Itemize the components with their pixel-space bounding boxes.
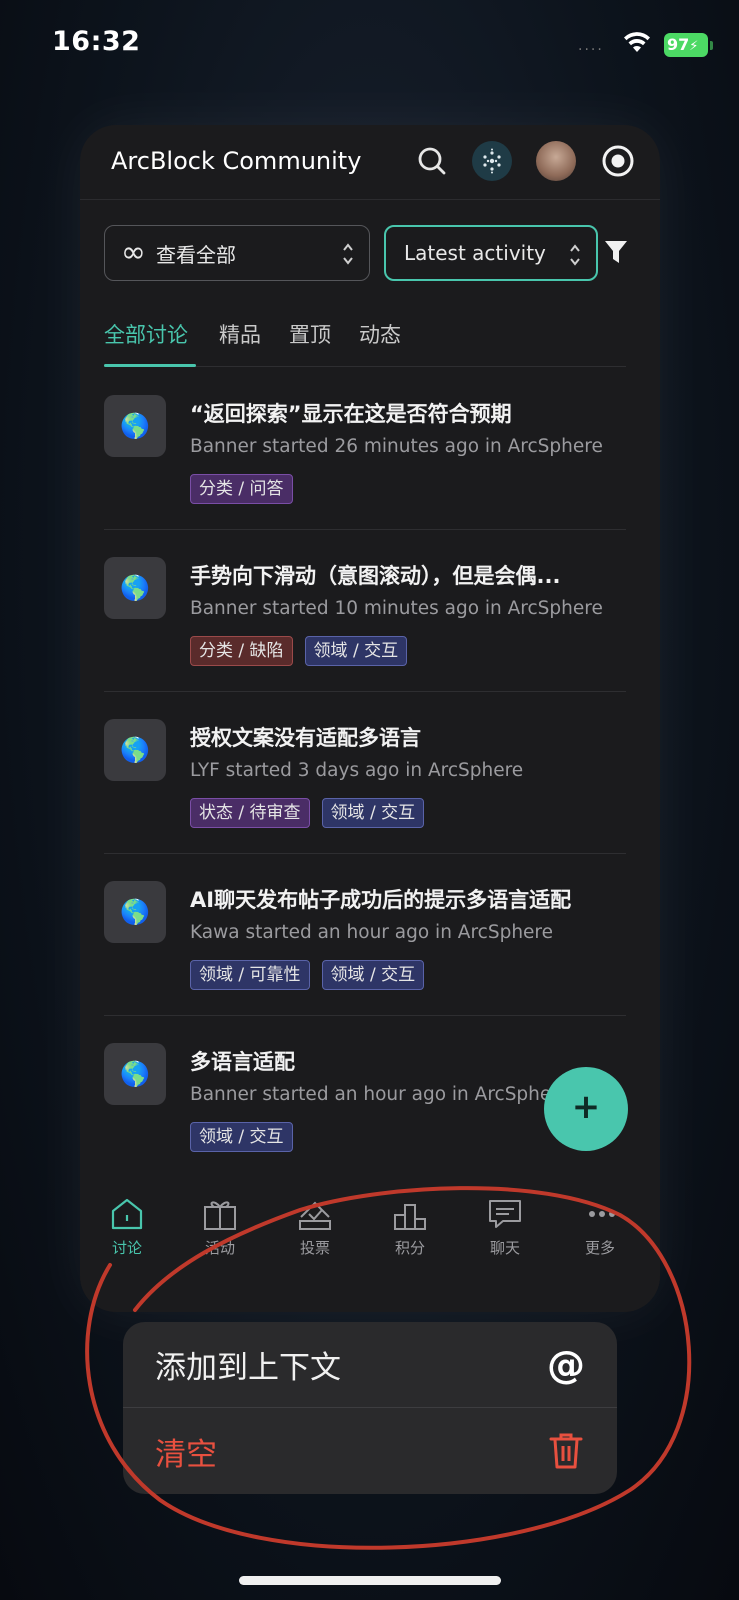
tag[interactable]: 分类 / 问答 [190,474,293,504]
tag[interactable]: 领域 / 可靠性 [190,960,310,990]
topic-meta: Banner started 10 minutes ago in ArcSphe… [190,598,603,619]
scope-select-value: 查看全部 [156,242,236,267]
globe-icon: 🌎 [104,557,166,619]
nav-label: 活动 [204,1239,235,1257]
nav-events[interactable]: 活动 [185,1195,255,1258]
nav-label: 更多 [584,1239,615,1257]
tag[interactable]: 领域 / 交互 [190,1122,293,1152]
gift-icon [185,1195,255,1233]
topic-tabs: 全部讨论 精品 置顶 动态 [104,315,626,367]
topic-row[interactable]: 🌎 手势向下滑动（意图滚动），但是会偶... Banner started 10… [104,530,626,692]
topic-meta: Kawa started an hour ago in ArcSphere [190,922,554,943]
infinity-icon: ∞ [121,235,146,270]
sort-select[interactable]: Latest activity [384,225,598,281]
tag[interactable]: 状态 / 待审查 [190,798,310,828]
at-icon: @ [547,1343,585,1387]
more-icon [565,1195,635,1233]
topic-title[interactable]: 授权文案没有适配多语言 [190,722,610,752]
nav-points[interactable]: 积分 [375,1195,445,1258]
trash-icon [545,1430,587,1472]
vote-icon [280,1195,350,1233]
topic-row[interactable]: 🌎 “返回探索”显示在这是否符合预期 Banner started 26 min… [104,368,626,530]
menu-item-label: 清空 [155,1436,217,1473]
nav-label: 聊天 [489,1239,520,1257]
home-icon [92,1195,162,1233]
chevron-updown-icon [343,243,353,265]
scope-select[interactable]: ∞ 查看全部 [104,225,370,281]
status-bar: 16:32 .... 97⚡ [0,0,739,90]
active-tab-indicator [104,364,196,367]
topic-meta: Banner started an hour ago in ArcSphe [190,1084,552,1105]
battery-level: 97 [667,35,690,54]
cellular-signal-icon: .... [578,38,604,54]
nav-chat[interactable]: 聊天 [470,1195,540,1258]
tag[interactable]: 分类 / 缺陷 [190,636,293,666]
tag[interactable]: 领域 / 交互 [304,636,408,666]
new-topic-button[interactable]: + [544,1067,628,1151]
app-header: ArcBlock Community [80,125,660,200]
nav-label: 投票 [299,1239,330,1257]
tab-pinned[interactable]: 置顶 [289,319,331,349]
nav-more[interactable]: 更多 [565,1195,635,1258]
topic-title[interactable]: 手势向下滑动（意图滚动），但是会偶... [190,560,610,590]
topic-meta: Banner started 26 minutes ago in ArcSphe… [190,436,603,457]
target-icon[interactable] [598,141,638,181]
context-menu: 添加到上下文 @ 清空 [123,1322,617,1494]
tag-list: 分类 / 问答 [190,474,293,504]
tab-all-discussions[interactable]: 全部讨论 [104,319,188,349]
nav-discussions[interactable]: 讨论 [92,1195,162,1258]
tag[interactable]: 领域 / 交互 [321,960,425,990]
nav-label: 讨论 [111,1239,142,1257]
topic-title[interactable]: “返回探索”显示在这是否符合预期 [190,398,610,428]
nav-label: 积分 [394,1239,425,1257]
status-time: 16:32 [52,26,141,57]
globe-icon: 🌎 [104,719,166,781]
add-to-context-menu-item[interactable]: 添加到上下文 @ [123,1322,617,1408]
tab-featured[interactable]: 精品 [219,319,261,349]
wifi-icon [624,32,650,52]
search-icon[interactable] [412,141,452,181]
clear-menu-item[interactable]: 清空 [123,1408,617,1494]
user-avatar[interactable] [536,141,576,181]
battery-icon: 97⚡ [664,33,713,57]
bottom-nav: 讨论 活动 投票 积分 聊天 更多 [80,1187,660,1312]
topic-meta: LYF started 3 days ago in ArcSphere [190,760,524,781]
tag-list: 分类 / 缺陷 领域 / 交互 [190,636,408,666]
chat-icon [470,1195,540,1233]
tab-activity[interactable]: 动态 [359,319,401,349]
tag-list: 状态 / 待审查 领域 / 交互 [190,798,425,828]
globe-icon: 🌎 [104,1043,166,1105]
dapp-icon[interactable] [472,141,512,181]
topic-title[interactable]: AI聊天发布帖子成功后的提示多语言适配 [190,884,610,914]
topic-row[interactable]: 🌎 授权文案没有适配多语言 LYF started 3 days ago in … [104,692,626,854]
home-indicator[interactable] [239,1576,501,1585]
sort-select-value: Latest activity [404,241,546,265]
tag-list: 领域 / 可靠性 领域 / 交互 [190,960,425,990]
app-title: ArcBlock Community [111,147,362,175]
nav-votes[interactable]: 投票 [280,1195,350,1258]
globe-icon: 🌎 [104,395,166,457]
podium-icon [375,1195,445,1233]
tag[interactable]: 领域 / 交互 [321,798,425,828]
funnel-icon[interactable] [604,239,628,265]
tag-list: 领域 / 交互 [190,1122,293,1152]
menu-item-label: 添加到上下文 [155,1350,341,1386]
globe-icon: 🌎 [104,881,166,943]
topic-row[interactable]: 🌎 AI聊天发布帖子成功后的提示多语言适配 Kawa started an ho… [104,854,626,1016]
topic-title[interactable]: 多语言适配 [190,1046,610,1076]
chevron-updown-icon [570,244,580,266]
app-window: ArcBlock Community ∞ 查看全部 Latest activit… [80,125,660,1312]
